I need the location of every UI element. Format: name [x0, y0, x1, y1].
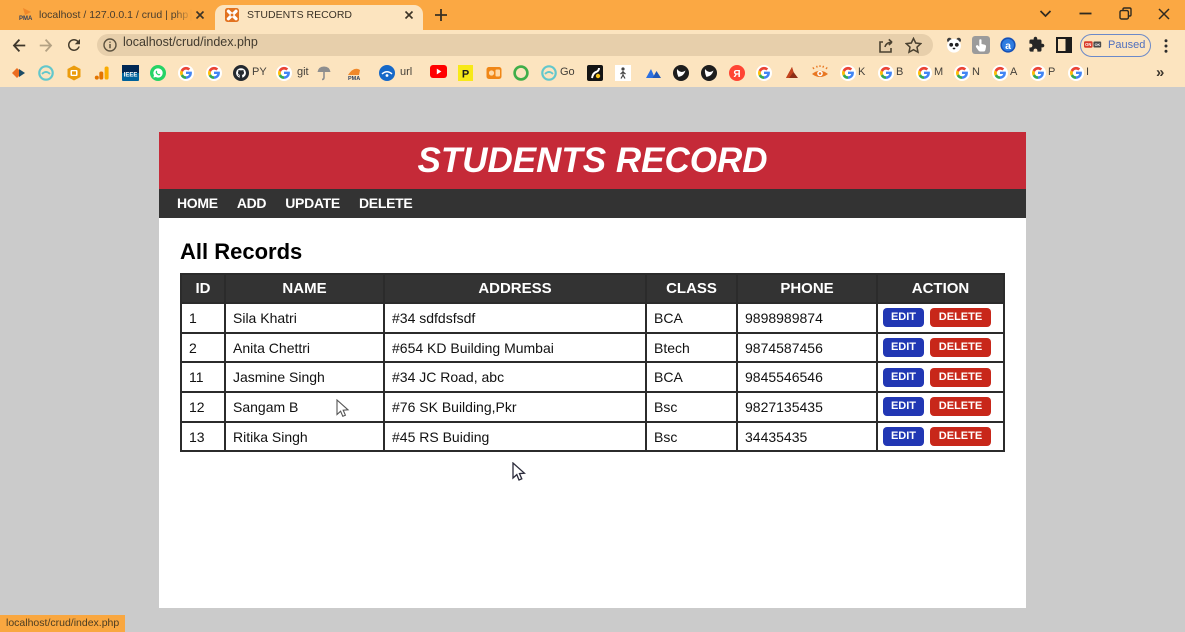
svg-text:PMA: PMA	[19, 16, 33, 22]
svg-text:IEEE: IEEE	[124, 72, 138, 78]
svg-text:a: a	[1005, 40, 1011, 52]
svg-text:OK: OK	[1095, 43, 1101, 47]
svg-text:ON: ON	[1085, 42, 1091, 47]
svg-text:P: P	[462, 68, 469, 80]
svg-text:Я: Я	[733, 69, 740, 80]
svg-text:PMA: PMA	[348, 76, 360, 81]
